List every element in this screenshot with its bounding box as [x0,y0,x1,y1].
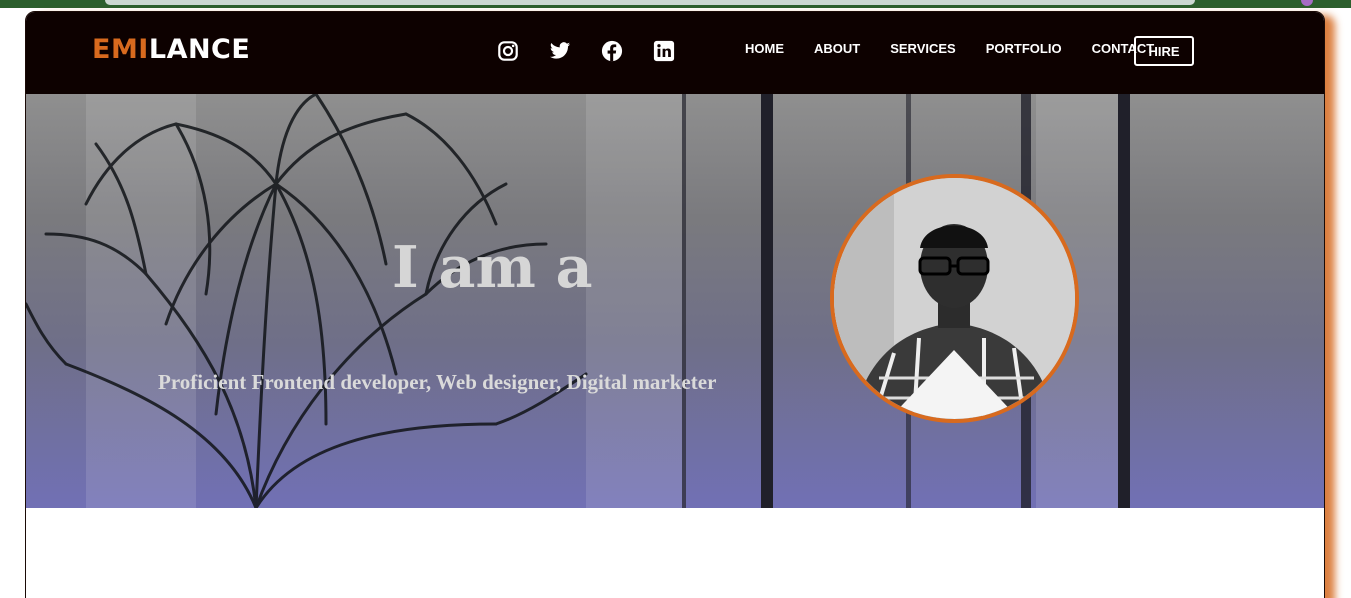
hero-subtitle: Proficient Frontend developer, Web desig… [158,370,717,394]
window-frame [761,94,773,508]
page-frame: EMILANCE HOME ABOUT SERVICES PORTFOLIO C… [25,11,1325,598]
nav-about[interactable]: ABOUT [814,41,860,56]
hero-section: I am a Proficient Frontend developer, We… [26,94,1324,508]
nav-home[interactable]: HOME [745,41,784,56]
facebook-icon[interactable] [601,40,623,62]
window-frame [682,94,686,508]
social-links [497,40,675,62]
hire-button[interactable]: HIRE [1134,36,1194,66]
nav-portfolio[interactable]: PORTFOLIO [986,41,1062,56]
profile-avatar [830,174,1079,423]
nav-services[interactable]: SERVICES [890,41,956,56]
address-bar[interactable] [105,0,1195,5]
profile-photo [834,178,1075,419]
logo-part-1: EMI [92,34,149,65]
navbar: EMILANCE HOME ABOUT SERVICES PORTFOLIO C… [26,12,1324,94]
main-nav: HOME ABOUT SERVICES PORTFOLIO CONTACT [745,41,1154,56]
window-frame [1118,94,1130,508]
logo-part-2: LANCE [148,34,251,65]
profile-dot[interactable] [1301,0,1313,6]
plant-image [26,94,588,508]
browser-top-strip [0,0,1351,8]
hero-title: I am a [392,234,593,301]
twitter-icon[interactable] [549,40,571,62]
site-logo[interactable]: EMILANCE [92,34,250,65]
linkedin-icon[interactable] [653,40,675,62]
instagram-icon[interactable] [497,40,519,62]
